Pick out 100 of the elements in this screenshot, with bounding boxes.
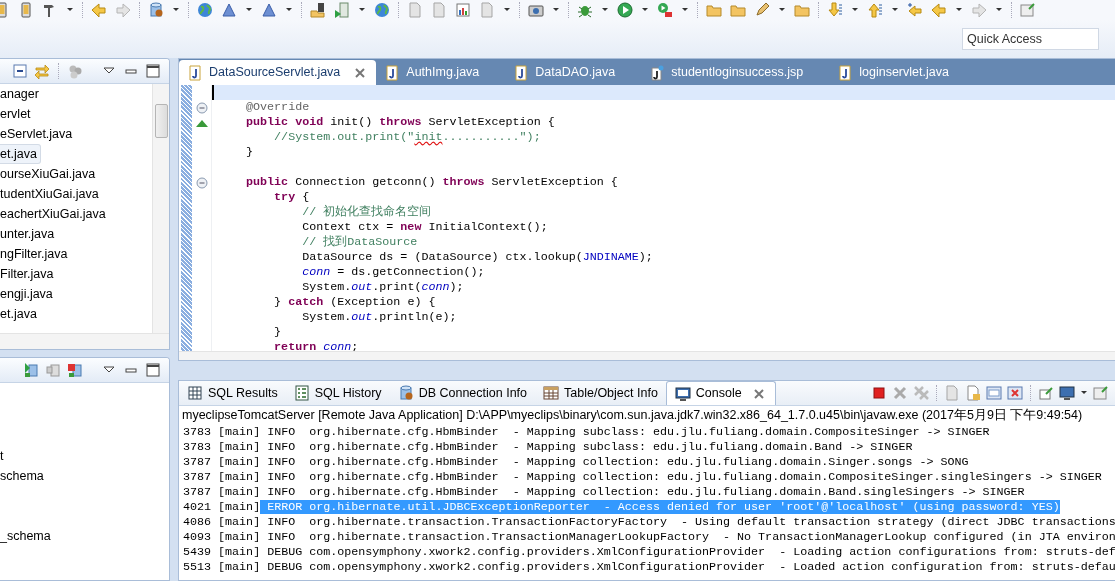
code-line: @Override — [245, 100, 311, 115]
console-icon[interactable] — [986, 385, 1002, 401]
folder-icon[interactable] — [794, 2, 810, 18]
code-line: public void init() throws ServletException { — [245, 115, 556, 130]
maximize-icon[interactable] — [145, 362, 161, 378]
editor-tab[interactable]: loginservlet.java — [829, 60, 975, 85]
code-line: System.out.println(e); — [301, 310, 458, 325]
panel-tab[interactable]: DB Connection Info — [389, 381, 536, 405]
quick-access-field[interactable]: Quick Access — [962, 28, 1099, 50]
run-icon[interactable] — [657, 2, 673, 18]
java-file-icon — [384, 64, 401, 81]
tree-item[interactable]: ourseXiuGai.java — [0, 164, 96, 184]
console-title: myeclipseTomcatServer [Remote Java Application] D:\APP\myeclips\binary\com.sun.java.jdk7.win32.x86_64_1.7.0.u45\bin\javaw.exe (2017年5月9日 下午9:49:54) — [181, 407, 1084, 424]
log-line: 3787 [main] INFO org.hibernate.cfg.HbmBinder - Mapping collection: edu.jlu.fuliang.domain.Band.singleSingers -> SINGER — [182, 485, 1026, 500]
tree-item[interactable]: t — [0, 446, 4, 466]
code-line: // 初始化查找命名空间 — [301, 205, 433, 220]
code-line: return conn; — [273, 340, 360, 355]
java-file-icon — [513, 64, 530, 81]
table-icon — [543, 385, 560, 401]
code-line: Context ctx = new InitialContext(); — [301, 220, 549, 235]
database-icon[interactable] — [45, 362, 61, 378]
code-line: try { — [273, 190, 311, 205]
jsp-file-icon — [649, 64, 666, 81]
editor-tab[interactable]: studentloginsuccess.jsp — [641, 60, 830, 85]
monitor-icon[interactable] — [1059, 385, 1075, 401]
code-line: // 找到DataSource — [301, 235, 419, 250]
window-icon[interactable] — [1093, 385, 1109, 401]
tree-item[interactable]: et.java — [0, 304, 37, 324]
console-icon — [674, 385, 691, 402]
log-line: 4086 [main] INFO org.hibernate.transaction.TransactionFactoryFactory - Using default transaction strategy (direct JDBC transactions — [182, 515, 1115, 530]
code-line: System.out.print(conn); — [301, 280, 465, 295]
log-line: 3783 [main] INFO org.hibernate.cfg.HbmBinder - Mapping subclass: edu.jlu.fuliang.domain.Band -> SINGER — [182, 440, 914, 455]
code-line: conn = ds.getConnection(); — [301, 265, 486, 280]
triangle-icon[interactable] — [261, 2, 277, 18]
device-icon[interactable] — [18, 2, 34, 18]
down-arrow-icon[interactable] — [827, 2, 843, 18]
log-line: 3787 [main] INFO org.hibernate.cfg.HbmBinder - Mapping collection: edu.jlu.fuliang.domain.CompositeSinger.singleSingers -> SINGER — [182, 470, 1103, 485]
database-icon — [397, 385, 414, 401]
tree-item[interactable]: ervlet — [0, 104, 31, 124]
tree-item[interactable]: anager — [0, 84, 39, 104]
database-icon[interactable] — [148, 2, 164, 18]
tree-item[interactable]: Filter.java — [0, 264, 54, 284]
maximize-icon[interactable] — [145, 63, 161, 79]
java-file-icon — [187, 64, 203, 81]
editor-tab[interactable]: DataDAO.java — [505, 60, 642, 85]
code-line: public Connection getconn() throws ServletException { — [245, 175, 619, 190]
code-line: } — [273, 325, 283, 340]
fold-icon[interactable] — [195, 176, 208, 189]
database-icon[interactable] — [23, 362, 39, 378]
back-arrow-icon[interactable] — [91, 2, 107, 18]
console-icon[interactable] — [1007, 385, 1023, 401]
editor-tab[interactable]: DataSourceServlet.java — [179, 60, 377, 85]
panel-tab[interactable]: Console — [665, 381, 776, 405]
tree-item[interactable]: ngFilter.java — [0, 244, 68, 264]
code-line: //System.out.print("init..........."); — [273, 130, 542, 145]
log-line: 3787 [main] INFO org.hibernate.cfg.HbmBinder - Mapping collection: edu.jlu.fuliang.domain.Singer.songs -> SONG — [182, 455, 970, 470]
panel-tab[interactable]: SQL Results — [179, 381, 286, 405]
close-icon[interactable] — [892, 385, 908, 401]
log-line: 5513 [main] DEBUG com.opensymphony.xwork2.config.providers.XmlConfigurationProvider - Loaded action configuration from: struts-defau — [182, 560, 1115, 575]
collapse-all-icon[interactable] — [12, 63, 28, 79]
globe-icon[interactable] — [197, 2, 213, 18]
vertical-scrollbar[interactable] — [152, 84, 169, 333]
tree-item[interactable]: et.java — [0, 144, 41, 164]
fold-icon[interactable] — [195, 101, 208, 114]
grid-icon — [187, 385, 203, 401]
globe-icon[interactable] — [374, 2, 390, 18]
log-line: 4093 [main] INFO org.hibernate.transaction.TransactionManagerLookupFactory - No TransactionManagerLookup configured (in JTA environ — [182, 530, 1115, 545]
triangle-icon[interactable] — [221, 2, 237, 18]
folder-icon[interactable] — [730, 2, 746, 18]
editor-tab[interactable]: AuthImg.java — [376, 60, 506, 85]
code-line: DataSource ds = (DataSource) ctx.lookup(JNDINAME); — [301, 250, 654, 265]
chart-icon[interactable] — [455, 2, 471, 18]
list-icon — [293, 385, 310, 401]
log-line: 4021 [main] ERROR org.hibernate.util.JDBCExceptionReporter - Access denied for user 'root'@'localhost' (using password: YES) — [182, 500, 1061, 515]
run-icon[interactable] — [617, 2, 633, 18]
log-line: 3783 [main] INFO org.hibernate.cfg.HbmBinder - Mapping subclass: edu.jlu.fuliang.domain.CompositeSinger -> SINGER — [182, 425, 991, 440]
code-line: } catch (Exception e) { — [273, 295, 437, 310]
link-arrows-icon[interactable] — [34, 63, 50, 79]
pen-icon[interactable] — [754, 2, 770, 18]
tree-item[interactable]: tudentXiuGai.java — [0, 184, 99, 204]
tree-item[interactable]: engji.java — [0, 284, 53, 304]
folder-icon[interactable] — [706, 2, 722, 18]
log-line: 5439 [main] DEBUG com.opensymphony.xwork2.config.providers.XmlConfigurationProvider - Loading action configurations from: struts-def — [182, 545, 1115, 560]
up-arrow-icon[interactable] — [867, 2, 883, 18]
back-arrow-icon[interactable] — [931, 2, 947, 18]
tree-item[interactable]: unter.java — [0, 224, 55, 244]
stop-icon[interactable] — [871, 385, 887, 401]
tree-item[interactable]: eServlet.java — [0, 124, 73, 144]
java-file-icon — [837, 64, 854, 81]
panel-tab[interactable]: SQL History — [285, 381, 390, 405]
camera-icon[interactable] — [528, 2, 544, 18]
code-line: } — [245, 145, 255, 160]
tree-item[interactable]: eachertXiuGai.java — [0, 204, 106, 224]
database-icon[interactable] — [67, 362, 83, 378]
back-arrow-icon[interactable] — [907, 2, 923, 18]
tree-item[interactable]: schema — [0, 466, 44, 486]
panel-tab[interactable]: Table/Object Info — [535, 381, 666, 405]
window-icon[interactable] — [1020, 2, 1036, 18]
circles-icon[interactable] — [67, 63, 83, 79]
tree-item[interactable]: _schema — [0, 526, 51, 546]
